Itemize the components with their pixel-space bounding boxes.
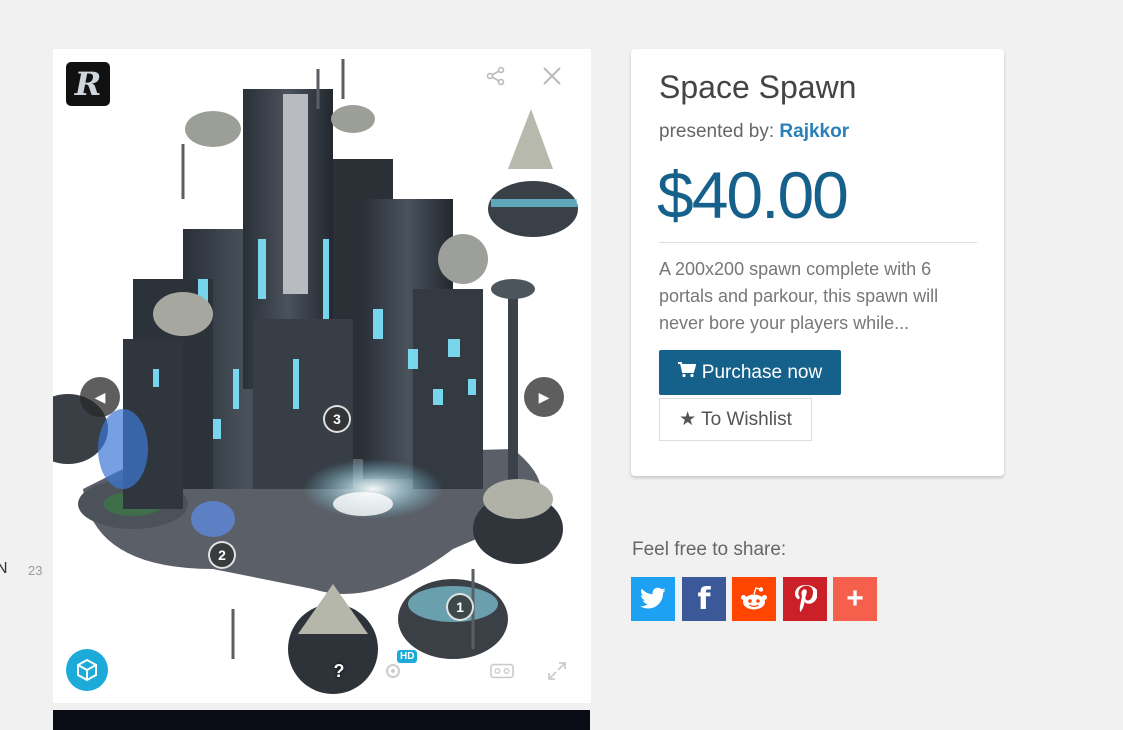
twitter-icon <box>640 587 666 609</box>
vr-icon[interactable] <box>490 659 514 683</box>
clipped-count: 23 <box>28 563 43 578</box>
layers-icon[interactable] <box>436 659 460 683</box>
pinterest-icon <box>795 585 817 612</box>
purchase-button[interactable]: Purchase now <box>659 350 841 395</box>
divider <box>659 242 977 243</box>
fullscreen-icon[interactable] <box>545 659 569 683</box>
creator-logo[interactable]: R <box>66 62 110 106</box>
sketchfab-logo-icon[interactable] <box>66 649 108 691</box>
help-label: ? <box>333 660 345 681</box>
wishlist-label: To Wishlist <box>701 408 792 430</box>
share-icon[interactable] <box>485 65 507 91</box>
more-share-button[interactable]: + <box>833 577 877 621</box>
model-viewer[interactable]: R ◀ ▶ 3 2 1 ? HD <box>53 49 591 703</box>
author-link[interactable]: Rajkkor <box>779 121 849 142</box>
prev-arrow-icon[interactable]: ◀ <box>80 377 120 417</box>
product-card: Space Spawn presented by: Rajkkor $40.00… <box>631 49 1004 476</box>
hd-badge: HD <box>397 650 418 663</box>
wishlist-button[interactable]: ★ To Wishlist <box>659 398 812 441</box>
product-description: A 200x200 spawn complete with 6 portals … <box>659 259 939 333</box>
share-label: Feel free to share: <box>632 539 787 560</box>
reddit-share-button[interactable] <box>732 577 776 621</box>
twitter-share-button[interactable] <box>631 577 675 621</box>
shopping-cart-icon <box>677 361 697 384</box>
annotation-hotspot-2[interactable]: 2 <box>208 541 236 569</box>
star-icon: ★ <box>679 409 697 430</box>
reddit-icon <box>741 587 767 610</box>
purchase-label: Purchase now <box>701 361 823 383</box>
product-title: Space Spawn <box>659 69 857 105</box>
model-render-image <box>53 59 578 694</box>
next-arrow-icon[interactable]: ▶ <box>524 377 564 417</box>
annotation-hotspot-3[interactable]: 3 <box>323 405 351 433</box>
annotation-hotspot-1[interactable]: 1 <box>446 593 474 621</box>
clipped-heading-text: N <box>0 560 8 577</box>
close-icon[interactable] <box>541 65 563 91</box>
pinterest-share-button[interactable] <box>783 577 827 621</box>
plus-icon: + <box>846 582 864 615</box>
presented-label: presented by: <box>659 121 775 142</box>
product-price: $40.00 <box>657 158 849 232</box>
next-gallery-image <box>53 710 590 730</box>
facebook-icon: f <box>697 581 711 617</box>
facebook-share-button[interactable]: f <box>682 577 726 621</box>
help-icon[interactable]: ? <box>327 659 351 683</box>
presented-by: presented by: Rajkkor <box>659 121 849 143</box>
